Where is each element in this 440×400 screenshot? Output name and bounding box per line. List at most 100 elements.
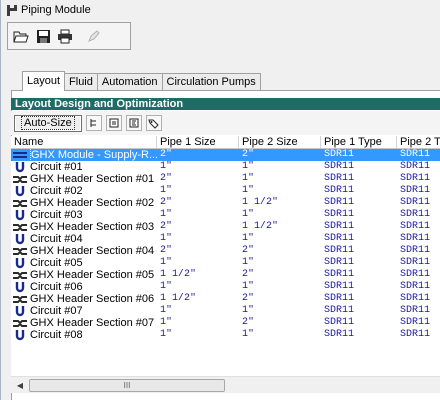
table-row[interactable]: Circuit #01 1" 1" SDR11 SDR11 (11, 161, 440, 173)
pipe1-type-cell[interactable]: SDR11 (321, 233, 397, 245)
pipe1-size-cell[interactable]: 1" (157, 329, 239, 341)
pipe2-type-cell[interactable]: SDR11 (397, 221, 440, 233)
pipe1-type-cell[interactable]: SDR11 (321, 281, 397, 293)
pipe1-size-cell[interactable]: 2" (157, 149, 239, 161)
pipe2-type-cell[interactable]: SDR11 (397, 269, 440, 281)
pipe1-type-cell[interactable]: SDR11 (321, 257, 397, 269)
pipe1-size-cell[interactable]: 1" (157, 233, 239, 245)
pipe2-type-cell[interactable]: SDR11 (397, 293, 440, 305)
pipe1-size-cell[interactable]: 1" (157, 317, 239, 329)
pipe1-type-cell[interactable]: SDR11 (321, 221, 397, 233)
pipe1-size-cell[interactable]: 1" (157, 185, 239, 197)
pipe1-type-cell[interactable]: SDR11 (321, 293, 397, 305)
pipe1-size-cell[interactable]: 1" (157, 305, 239, 317)
table-row[interactable]: Circuit #08 1" 1" SDR11 SDR11 (11, 329, 440, 341)
table-row[interactable]: Circuit #06 1" 1" SDR11 SDR11 (11, 281, 440, 293)
pipe2-size-cell[interactable]: 1" (239, 173, 321, 185)
horizontal-scrollbar[interactable]: ◀ III (11, 376, 440, 393)
table-row[interactable]: GHX Header Section #04 2" 2" SDR11 SDR11 (11, 245, 440, 257)
pipe1-type-cell[interactable]: SDR11 (321, 245, 397, 257)
report-icon[interactable] (125, 115, 142, 131)
pipe1-size-cell[interactable]: 1" (157, 209, 239, 221)
tab-layout[interactable]: Layout (22, 71, 66, 91)
pipe1-size-cell[interactable]: 2" (157, 197, 239, 209)
pipe2-size-cell[interactable]: 1 1/2" (239, 197, 321, 209)
column-header-pipe2-size[interactable]: Pipe 2 Size (239, 136, 321, 148)
column-header-pipe1-size[interactable]: Pipe 1 Size (157, 136, 239, 148)
auto-size-button[interactable]: Auto-Size (14, 114, 82, 132)
pipe1-size-cell[interactable]: 1 1/2" (157, 269, 239, 281)
table-row[interactable]: Circuit #02 1" 1" SDR11 SDR11 (11, 185, 440, 197)
scroll-left-icon[interactable]: ◀ (13, 379, 27, 392)
pipe2-type-cell[interactable]: SDR11 (397, 197, 440, 209)
expand-icon[interactable] (85, 115, 102, 131)
pipe2-type-cell[interactable]: SDR11 (397, 317, 440, 329)
column-header-pipe2-type[interactable]: Pipe 2 Type (397, 136, 440, 148)
pipe2-type-cell[interactable]: SDR11 (397, 245, 440, 257)
pipe2-type-cell[interactable]: SDR11 (397, 161, 440, 173)
pipe1-size-cell[interactable]: 1 1/2" (157, 293, 239, 305)
table-row[interactable]: GHX Module - Supply-R... 2" 2" SDR11 SDR11 (11, 149, 440, 161)
pipe1-type-cell[interactable]: SDR11 (321, 197, 397, 209)
table-row[interactable]: GHX Header Section #01 2" 1" SDR11 SDR11 (11, 173, 440, 185)
pipe2-size-cell[interactable]: 1 1/2" (239, 221, 321, 233)
pipe1-type-cell[interactable]: SDR11 (321, 329, 397, 341)
table-row[interactable]: Circuit #03 1" 1" SDR11 SDR11 (11, 209, 440, 221)
pipe2-size-cell[interactable]: 2" (239, 245, 321, 257)
edit-icon[interactable] (83, 26, 103, 46)
pipe1-size-cell[interactable]: 2" (157, 221, 239, 233)
table-row[interactable]: Circuit #07 1" 1" SDR11 SDR11 (11, 305, 440, 317)
tab-fluid[interactable]: Fluid (64, 73, 98, 91)
pipe2-type-cell[interactable]: SDR11 (397, 257, 440, 269)
tab-automation[interactable]: Automation (96, 73, 163, 91)
pipe1-size-cell[interactable]: 2" (157, 173, 239, 185)
pipe2-type-cell[interactable]: SDR11 (397, 185, 440, 197)
pipe2-type-cell[interactable]: SDR11 (397, 233, 440, 245)
table-row[interactable]: GHX Header Section #06 1 1/2" 2" SDR11 SDR11 (11, 293, 440, 305)
pipe2-type-cell[interactable]: SDR11 (397, 329, 440, 341)
pipe1-size-cell[interactable]: 1" (157, 161, 239, 173)
pipe1-type-cell[interactable]: SDR11 (321, 149, 397, 161)
table-row[interactable]: GHX Header Section #02 2" 1 1/2" SDR11 SDR11 (11, 197, 440, 209)
pipe2-size-cell[interactable]: 2" (239, 317, 321, 329)
pipe1-type-cell[interactable]: SDR11 (321, 161, 397, 173)
pipe1-type-cell[interactable]: SDR11 (321, 317, 397, 329)
pipe2-type-cell[interactable]: SDR11 (397, 209, 440, 221)
column-header-pipe1-type[interactable]: Pipe 1 Type (321, 136, 397, 148)
tab-circulation-pumps[interactable]: Circulation Pumps (161, 73, 261, 91)
pipe1-type-cell[interactable]: SDR11 (321, 209, 397, 221)
table-row[interactable]: Circuit #05 1" 1" SDR11 SDR11 (11, 257, 440, 269)
pipe1-type-cell[interactable]: SDR11 (321, 173, 397, 185)
pipe2-size-cell[interactable]: 2" (239, 269, 321, 281)
tag-icon[interactable] (145, 115, 162, 131)
table-row[interactable]: GHX Header Section #05 1 1/2" 2" SDR11 SDR11 (11, 269, 440, 281)
pipe1-size-cell[interactable]: 1" (157, 257, 239, 269)
pipe2-size-cell[interactable]: 1" (239, 281, 321, 293)
pipe2-type-cell[interactable]: SDR11 (397, 173, 440, 185)
pipe1-type-cell[interactable]: SDR11 (321, 305, 397, 317)
pipe2-size-cell[interactable]: 1" (239, 257, 321, 269)
pipe2-size-cell[interactable]: 1" (239, 305, 321, 317)
column-header-name[interactable]: Name (11, 136, 157, 148)
pipe1-type-cell[interactable]: SDR11 (321, 269, 397, 281)
pipe2-size-cell[interactable]: 1" (239, 161, 321, 173)
pipe2-size-cell[interactable]: 2" (239, 149, 321, 161)
pipe2-size-cell[interactable]: 1" (239, 233, 321, 245)
save-icon[interactable] (33, 26, 53, 46)
pipe2-size-cell[interactable]: 1" (239, 209, 321, 221)
table-row[interactable]: Circuit #04 1" 1" SDR11 SDR11 (11, 233, 440, 245)
table-row[interactable]: GHX Header Section #07 1" 2" SDR11 SDR11 (11, 317, 440, 329)
pipe1-size-cell[interactable]: 1" (157, 281, 239, 293)
open-icon[interactable] (11, 26, 31, 46)
pipe2-type-cell[interactable]: SDR11 (397, 281, 440, 293)
pipe1-size-cell[interactable]: 2" (157, 245, 239, 257)
print-icon[interactable] (55, 26, 75, 46)
scroll-thumb[interactable]: III (29, 379, 225, 392)
pipe1-type-cell[interactable]: SDR11 (321, 185, 397, 197)
pipe2-type-cell[interactable]: SDR11 (397, 305, 440, 317)
pipe2-size-cell[interactable]: 1" (239, 185, 321, 197)
pipe2-type-cell[interactable]: SDR11 (397, 149, 440, 161)
table-row[interactable]: GHX Header Section #03 2" 1 1/2" SDR11 SDR11 (11, 221, 440, 233)
list-icon[interactable] (105, 115, 122, 131)
pipe2-size-cell[interactable]: 1" (239, 329, 321, 341)
